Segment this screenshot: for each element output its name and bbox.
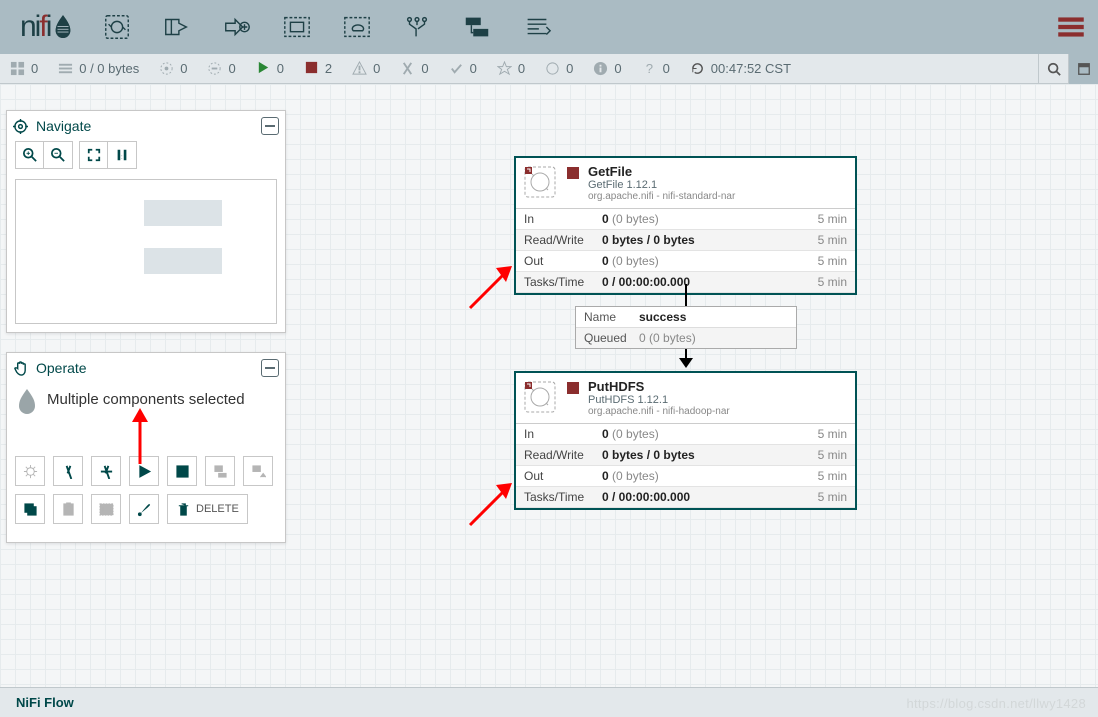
processor-bundle: org.apache.nifi - nifi-hadoop-nar (588, 406, 730, 417)
stat-row: Out0 (0 bytes)5 min (516, 251, 855, 272)
stop-button[interactable] (167, 456, 197, 486)
status-uptodate: 0 (449, 61, 477, 76)
color-button[interactable] (129, 494, 159, 524)
status-disabled: 0 (400, 61, 428, 76)
zoom-in-button[interactable] (16, 142, 44, 168)
processor-name: GetFile (588, 164, 735, 179)
status-stopped: 2 (304, 60, 332, 78)
navigate-panel: Navigate : (6, 110, 286, 333)
copy-button[interactable] (15, 494, 45, 524)
bulletin-board-button[interactable] (1068, 54, 1098, 84)
nifi-logo: nifi (20, 10, 74, 44)
add-input-port-button[interactable] (154, 4, 200, 50)
arrow-down-icon (679, 358, 693, 368)
operate-title: Operate (36, 360, 87, 376)
start-button[interactable] (129, 456, 159, 486)
annotation-arrow (466, 262, 516, 312)
watermark: https://blog.csdn.net/llwy1428 (906, 696, 1086, 711)
add-remote-process-group-button[interactable] (334, 4, 380, 50)
stopped-icon (566, 381, 580, 395)
operate-panel: Operate Multiple components selected DEL… (6, 352, 286, 543)
status-running: 0 (256, 60, 284, 78)
processor-getfile[interactable]: GetFile GetFile 1.12.1 org.apache.nifi -… (514, 156, 857, 295)
status-bulletin: 0 (593, 61, 621, 76)
stat-row: In0 (0 bytes)5 min (516, 424, 855, 445)
zoom-fit-button[interactable] (80, 142, 108, 168)
add-processor-button[interactable] (94, 4, 140, 50)
global-menu-button[interactable] (1054, 10, 1088, 47)
processor-bundle: org.apache.nifi - nifi-standard-nar (588, 191, 735, 202)
search-button[interactable] (1038, 54, 1068, 84)
enable-button[interactable] (53, 456, 83, 486)
collapse-button[interactable] (261, 117, 279, 135)
collapse-button[interactable] (261, 359, 279, 377)
status-remote-rx: 0 (207, 61, 235, 76)
stat-row: Read/Write0 bytes / 0 bytes5 min (516, 445, 855, 466)
top-toolbar: nifi (0, 0, 1098, 54)
status-unknown: ?0 (642, 61, 670, 76)
flow-canvas[interactable]: Navigate : Operate Multiple compo (0, 84, 1098, 687)
svg-text:?: ? (645, 61, 652, 76)
processor-type: GetFile 1.12.1 (588, 179, 735, 191)
add-label-button[interactable] (514, 4, 560, 50)
add-template-button[interactable] (454, 4, 500, 50)
status-remote-tx: 0 (159, 61, 187, 76)
stopped-icon (566, 166, 580, 180)
status-bar: 0 0 / 0 bytes 0 0 0 2 0 0 0 0 0 0 ?0 00:… (0, 54, 1098, 84)
status-stale: 0 (497, 61, 525, 76)
create-template-button[interactable] (205, 456, 235, 486)
hand-icon (13, 361, 28, 376)
group-button[interactable] (91, 494, 121, 524)
stat-row: In0 (0 bytes)5 min (516, 209, 855, 230)
processor-icon (522, 379, 558, 415)
target-icon (13, 119, 28, 134)
delete-button[interactable]: DELETE (167, 494, 248, 524)
svg-text::: : (121, 155, 122, 161)
breadcrumb-root[interactable]: NiFi Flow (16, 695, 74, 710)
status-queue: 0 / 0 bytes (58, 61, 139, 76)
zoom-out-button[interactable] (44, 142, 72, 168)
add-funnel-button[interactable] (394, 4, 440, 50)
nifi-drop-icon (52, 12, 74, 42)
status-invalid: 0 (352, 61, 380, 76)
annotation-arrow (466, 479, 516, 529)
status-threads: 0 (10, 61, 38, 76)
configure-button[interactable] (15, 456, 45, 486)
zoom-actual-button[interactable]: : (108, 142, 136, 168)
processor-name: PutHDFS (588, 379, 730, 394)
upload-template-button[interactable] (243, 456, 273, 486)
stat-row: Out0 (0 bytes)5 min (516, 466, 855, 487)
navigate-title: Navigate (36, 118, 91, 134)
stat-row: Read/Write0 bytes / 0 bytes5 min (516, 230, 855, 251)
status-sync-fail: 0 (545, 61, 573, 76)
processor-type: PutHDFS 1.12.1 (588, 394, 730, 406)
add-process-group-button[interactable] (274, 4, 320, 50)
operate-selection-label: Multiple components selected (47, 391, 277, 408)
stat-row: Tasks/Time0 / 00:00:00.0005 min (516, 487, 855, 508)
connection-label[interactable]: Namesuccess Queued0 (0 bytes) (575, 306, 797, 349)
nifi-drop-icon (15, 387, 39, 417)
processor-icon (522, 164, 558, 200)
birdseye-view[interactable] (15, 179, 277, 324)
paste-button[interactable] (53, 494, 83, 524)
processor-puthdfs[interactable]: PutHDFS PutHDFS 1.12.1 org.apache.nifi -… (514, 371, 857, 510)
add-output-port-button[interactable] (214, 4, 260, 50)
status-refresh-time: 00:47:52 CST (690, 61, 791, 76)
disable-button[interactable] (91, 456, 121, 486)
